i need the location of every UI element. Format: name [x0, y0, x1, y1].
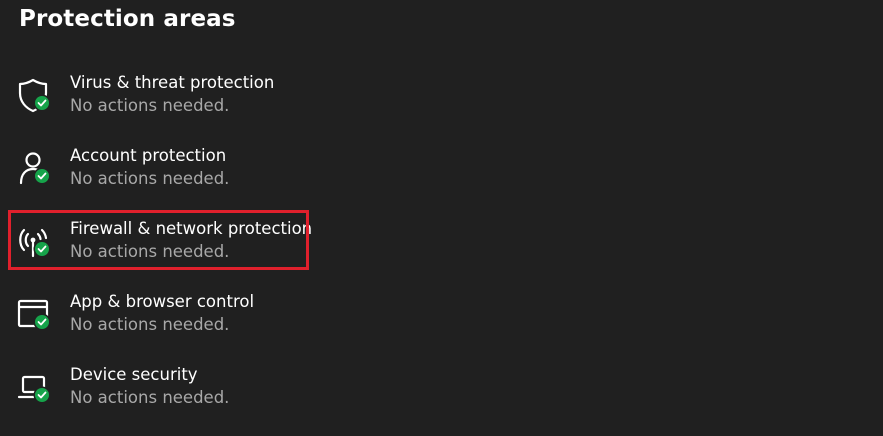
area-item-device-security[interactable]: Device security No actions needed.	[14, 365, 474, 421]
check-badge-icon	[35, 96, 49, 110]
area-status: No actions needed.	[70, 388, 230, 407]
protection-areas-list: Virus & threat protection No actions nee…	[0, 0, 883, 436]
area-item-app-browser-control[interactable]: App & browser control No actions needed.	[14, 292, 474, 348]
area-title: Device security	[70, 365, 198, 384]
area-title: Virus & threat protection	[70, 73, 275, 92]
area-item-firewall-network-protection[interactable]: Firewall & network protection No actions…	[14, 219, 474, 275]
area-status: No actions needed.	[70, 96, 230, 115]
shield-icon	[16, 77, 52, 113]
check-badge-icon	[35, 169, 49, 183]
check-badge-icon	[35, 242, 49, 256]
person-icon	[16, 150, 52, 186]
area-status: No actions needed.	[70, 315, 230, 334]
area-status: No actions needed.	[70, 169, 230, 188]
laptop-icon	[16, 369, 52, 405]
area-title: App & browser control	[70, 292, 255, 311]
area-item-virus-threat-protection[interactable]: Virus & threat protection No actions nee…	[14, 73, 474, 129]
antenna-icon	[16, 223, 52, 259]
area-item-account-protection[interactable]: Account protection No actions needed.	[14, 146, 474, 202]
check-badge-icon	[35, 388, 49, 402]
area-title: Account protection	[70, 146, 227, 165]
check-badge-icon	[35, 315, 49, 329]
browser-window-icon	[16, 296, 52, 332]
area-title: Firewall & network protection	[70, 219, 313, 238]
area-status: No actions needed.	[70, 242, 230, 261]
